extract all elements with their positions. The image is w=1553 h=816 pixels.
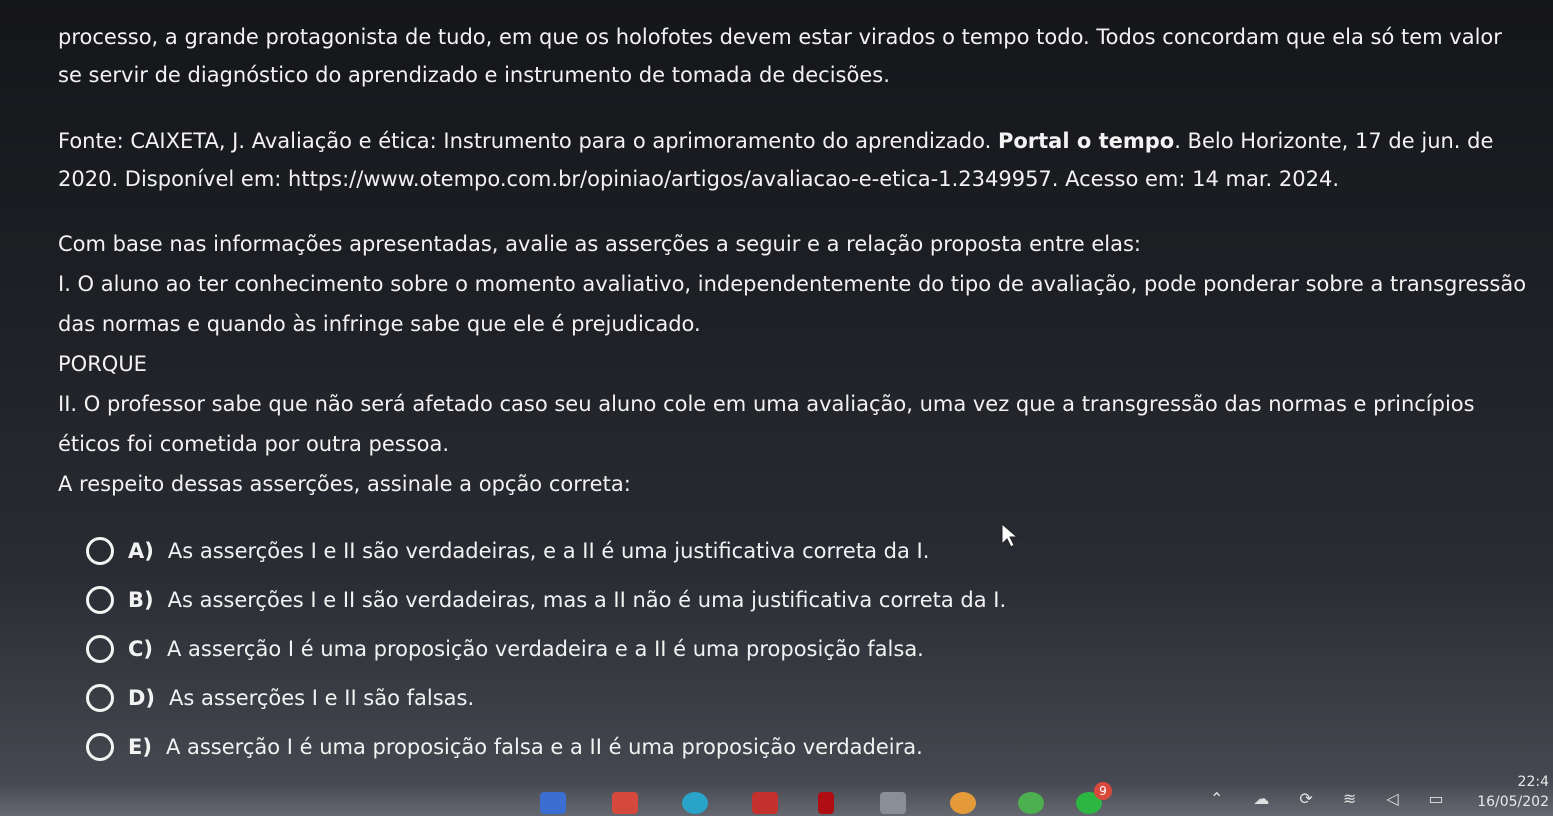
cloud-icon[interactable]: ☁ xyxy=(1253,789,1299,808)
question-content: processo, a grande protagonista de tudo,… xyxy=(58,18,1528,771)
source-prefix: Fonte: CAIXETA, J. Avaliação e ética: In… xyxy=(58,129,998,153)
volume-icon[interactable]: ◁ xyxy=(1386,789,1428,808)
option-text: As asserções I e II são falsas. xyxy=(169,685,475,710)
mouse-cursor-icon xyxy=(1001,522,1019,548)
radio-button[interactable] xyxy=(86,732,114,761)
source-bold: Portal o tempo xyxy=(997,129,1175,153)
instruction-text: A respeito dessas asserções, assinale a … xyxy=(58,472,631,496)
gmail-icon[interactable] xyxy=(612,792,638,814)
answer-options: A) As asserções I e II são verdadeiras, … xyxy=(86,526,1528,771)
option-d[interactable]: D) As asserções I e II são falsas. xyxy=(86,673,1528,722)
radio-button[interactable] xyxy=(86,585,114,614)
radio-button[interactable] xyxy=(86,683,114,712)
edge-icon[interactable] xyxy=(682,792,708,814)
youtube-icon[interactable] xyxy=(752,792,778,814)
chrome-icon[interactable] xyxy=(1018,792,1044,814)
option-e[interactable]: E) A asserção I é uma proposição falsa e… xyxy=(86,722,1528,771)
clock-time: 22:4 xyxy=(1517,774,1549,790)
option-letter: D) xyxy=(128,685,156,710)
connector-text: PORQUE xyxy=(58,352,147,376)
notification-badge: 9 xyxy=(1094,782,1112,800)
meet-icon[interactable] xyxy=(880,792,906,814)
option-letter: C) xyxy=(128,636,154,661)
system-tray: ⌃☁⟳≋◁▭ xyxy=(1210,789,1474,808)
option-b[interactable]: B) As asserções I e II são verdadeiras, … xyxy=(86,575,1528,624)
option-text: As asserções I e II são verdadeiras, mas… xyxy=(167,587,1007,612)
option-a[interactable]: A) As asserções I e II são verdadeiras, … xyxy=(86,526,1528,575)
option-letter: B) xyxy=(128,587,154,612)
intro-text: processo, a grande protagonista de tudo,… xyxy=(58,25,1502,87)
option-letter: E) xyxy=(128,734,152,759)
wifi-icon[interactable]: ≋ xyxy=(1343,789,1386,808)
option-text: A asserção I é uma proposição verdadeira… xyxy=(167,636,924,661)
sync-icon[interactable]: ⟳ xyxy=(1299,789,1342,808)
assertion-1: I. O aluno ao ter conhecimento sobre o m… xyxy=(58,272,1527,336)
game-icon[interactable] xyxy=(950,792,976,814)
source-citation: Fonte: CAIXETA, J. Avaliação e ética: In… xyxy=(58,122,1528,198)
files-icon[interactable] xyxy=(540,792,566,814)
radio-button[interactable] xyxy=(86,536,114,565)
assertion-2: II. O professor sabe que não será afetad… xyxy=(58,392,1475,456)
option-text: As asserções I e II são verdadeiras, e a… xyxy=(167,538,930,563)
screen: processo, a grande protagonista de tudo,… xyxy=(0,0,1553,816)
question-prompt: Com base nas informações apresentadas, a… xyxy=(58,232,1141,256)
taskbar: 9 ⌃☁⟳≋◁▭ 22:4 16/05/202 xyxy=(0,774,1553,816)
option-c[interactable]: C) A asserção I é uma proposição verdade… xyxy=(86,624,1528,673)
option-letter: A) xyxy=(128,538,154,563)
clock[interactable]: 22:4 16/05/202 xyxy=(1477,772,1549,812)
radio-button[interactable] xyxy=(86,634,114,663)
netflix-icon[interactable] xyxy=(818,792,834,814)
battery-icon[interactable]: ▭ xyxy=(1429,789,1474,808)
clock-date: 16/05/202 xyxy=(1477,794,1549,810)
option-text: A asserção I é uma proposição falsa e a … xyxy=(165,734,923,759)
chevron-up-icon[interactable]: ⌃ xyxy=(1210,789,1253,808)
